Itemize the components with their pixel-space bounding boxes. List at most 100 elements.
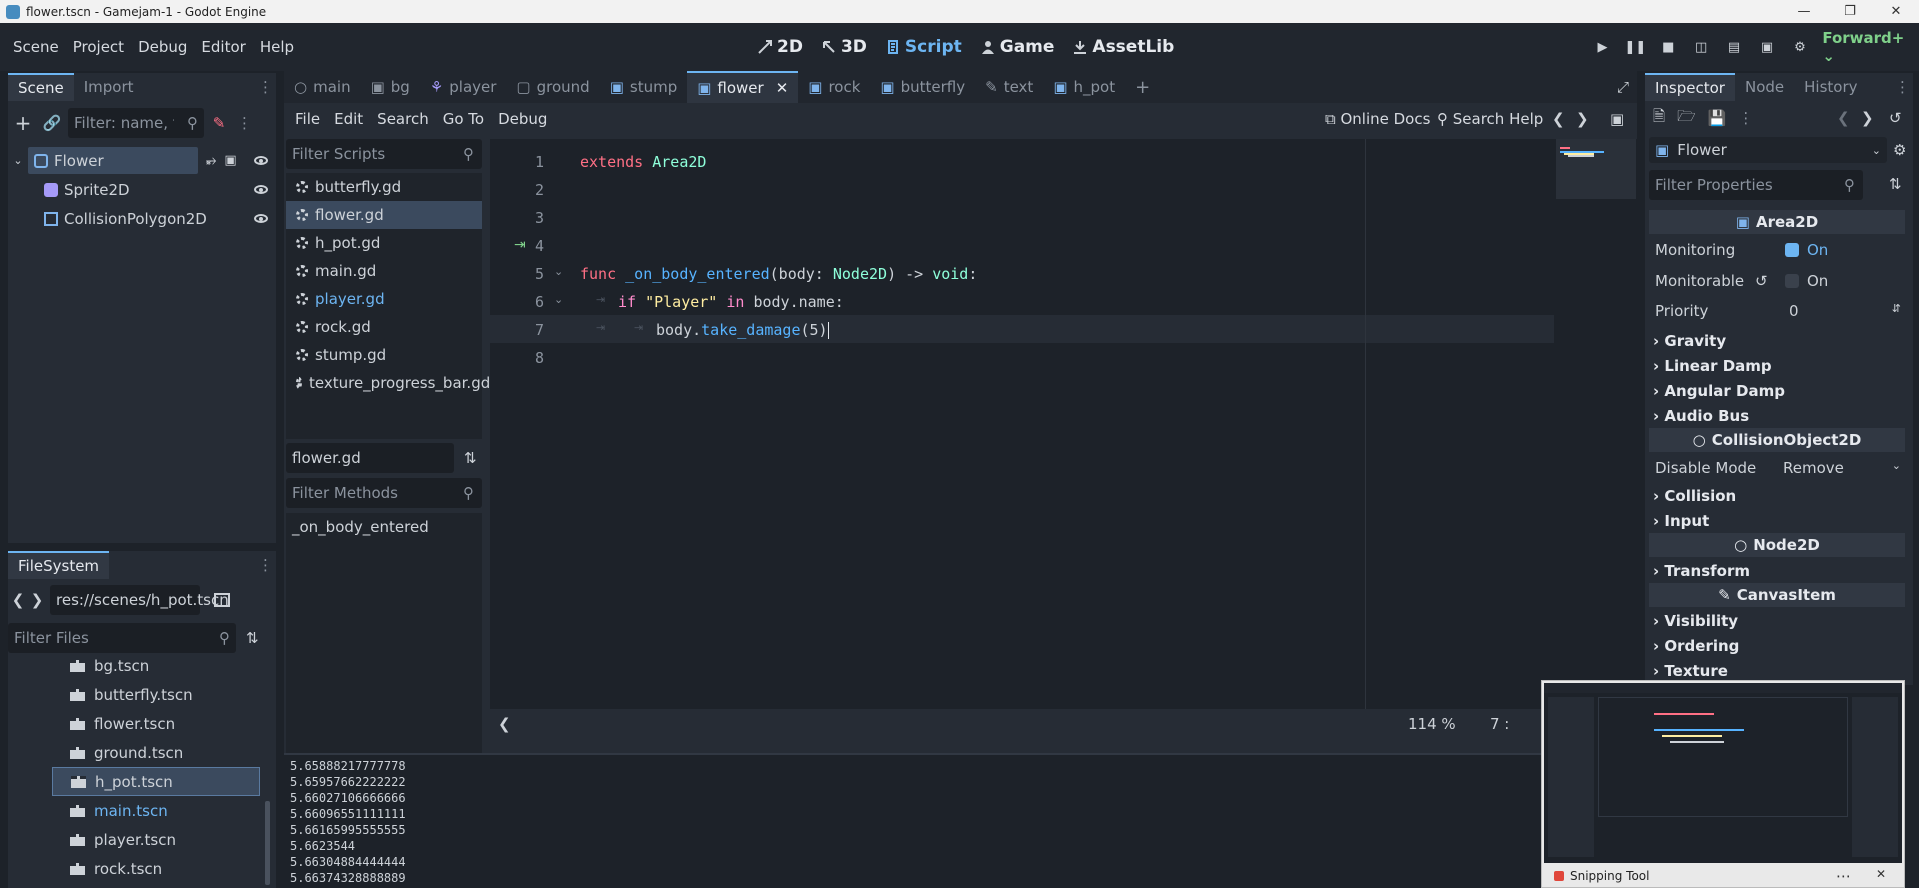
instance-icon[interactable]: ▣	[224, 153, 236, 168]
path-field[interactable]: res://scenes/h_pot.tscn	[50, 585, 229, 615]
search-help-button[interactable]: ⚲ Search Help	[1430, 110, 1550, 128]
dock-menu-icon[interactable]: ⋮	[1895, 78, 1910, 96]
play-scene-icon[interactable]: ▤	[1718, 30, 1751, 64]
script-attach-icon[interactable]: ✎	[204, 114, 234, 132]
node-options-icon[interactable]: ⚙	[1893, 141, 1906, 159]
tab-player[interactable]: ⚘ player	[420, 71, 507, 103]
online-docs-button[interactable]: ⧉ Online Docs	[1318, 110, 1437, 128]
section-audio-bus[interactable]: › Audio Bus	[1653, 407, 1749, 425]
script-item-selected[interactable]: flower.gd	[286, 201, 482, 229]
fold-arrow-icon[interactable]: ⌄	[554, 293, 563, 306]
float-window-icon[interactable]: ▣	[1610, 110, 1624, 128]
fold-arrow-icon[interactable]: ⌄	[554, 265, 563, 278]
filter-methods-input[interactable]: Filter Methods ⚲	[286, 478, 482, 508]
mode-script-button[interactable]: Script	[876, 37, 971, 57]
close-window-button[interactable]: ✕	[1873, 0, 1919, 23]
menu-project[interactable]: Project	[66, 38, 131, 56]
mode-assetlib-button[interactable]: AssetLib	[1063, 37, 1183, 57]
tab-main[interactable]: ○ main	[284, 71, 361, 103]
tab-history[interactable]: History	[1794, 73, 1867, 101]
back-icon[interactable]: ❮	[8, 591, 28, 609]
forward-icon[interactable]: ❯	[28, 591, 46, 609]
filter-scripts-input[interactable]: Filter Scripts ⚲	[286, 139, 482, 169]
script-item[interactable]: player.gd	[286, 285, 482, 313]
dock-menu-icon[interactable]: ⋮	[258, 78, 273, 96]
file-item-selected[interactable]: h_pot.tscn	[52, 767, 260, 796]
minimap[interactable]	[1556, 139, 1636, 199]
section-collision[interactable]: › Collision	[1653, 487, 1736, 505]
tab-node[interactable]: Node	[1735, 73, 1794, 101]
stop-icon[interactable]: ■	[1652, 30, 1685, 64]
distraction-free-icon[interactable]: ⤢	[1617, 78, 1629, 96]
scene-menu-icon[interactable]: ⋮	[234, 114, 254, 132]
new-resource-icon[interactable]: 🗎	[1653, 106, 1665, 131]
section-transform[interactable]: › Transform	[1653, 562, 1750, 580]
menu-help[interactable]: Help	[253, 38, 301, 56]
script-item[interactable]: rock.gd	[286, 313, 482, 341]
file-item[interactable]: bg.tscn	[70, 651, 149, 680]
tab-h-pot[interactable]: ▣ h_pot	[1043, 71, 1125, 103]
next-script-icon[interactable]: ❯	[1576, 110, 1589, 128]
open-folder-icon[interactable]: 🗁	[1677, 106, 1696, 131]
script-item[interactable]: butterfly.gd	[286, 173, 482, 201]
visibility-eye-icon[interactable]	[254, 156, 268, 165]
pause-icon[interactable]: ❚❚	[1619, 30, 1652, 64]
script-item[interactable]: main.gd	[286, 257, 482, 285]
split-view-icon[interactable]	[214, 593, 230, 607]
disable-mode-select[interactable]: Remove ⌄	[1783, 459, 1901, 477]
filter-properties-input[interactable]: Filter Properties ⚲	[1649, 170, 1863, 200]
tab-import[interactable]: Import	[74, 73, 144, 101]
property-settings-icon[interactable]: ⇅	[1889, 175, 1902, 193]
prev-script-icon[interactable]: ❮	[1552, 110, 1565, 128]
file-item[interactable]: ground.tscn	[70, 738, 183, 767]
history-back-icon[interactable]: ❮	[1837, 109, 1850, 127]
code-area[interactable]: 1 2 3 4 ⇥ 5 6 7 8 ⌄ ⌄ extends Area2D fun…	[490, 139, 1637, 709]
tab-filesystem[interactable]: FileSystem	[8, 551, 110, 579]
tab-inspector[interactable]: Inspector	[1645, 73, 1735, 101]
renderer-select[interactable]: Forward+ ⌄	[1822, 29, 1919, 65]
revert-icon[interactable]: ↺	[1755, 272, 1768, 290]
visibility-eye-icon[interactable]	[254, 185, 268, 194]
script-menu-debug[interactable]: Debug	[491, 110, 554, 128]
movie-maker-icon[interactable]: ⚙	[1783, 30, 1816, 64]
tree-node-flower[interactable]: ⌄ Flower ⥵ ▣	[8, 146, 276, 175]
section-gravity[interactable]: › Gravity	[1653, 332, 1726, 350]
tree-node-sprite2d[interactable]: Sprite2D	[8, 175, 276, 204]
tab-scene[interactable]: Scene	[8, 73, 74, 101]
node-selector[interactable]: ▣ Flower ⌄	[1649, 137, 1887, 163]
play-custom-icon[interactable]: ▣	[1751, 30, 1784, 64]
tab-flower[interactable]: ▣ flower ✕	[687, 71, 799, 103]
mode-game-button[interactable]: Game	[971, 37, 1064, 57]
tree-node-collisionpolygon2d[interactable]: CollisionPolygon2D	[8, 204, 276, 233]
monitoring-checkbox[interactable]: On	[1785, 241, 1828, 259]
file-item-main[interactable]: main.tscn	[70, 796, 168, 825]
priority-spinbox[interactable]: 0 ⇵	[1789, 302, 1901, 320]
section-visibility[interactable]: › Visibility	[1653, 612, 1738, 630]
section-ordering[interactable]: › Ordering	[1653, 637, 1739, 655]
save-icon[interactable]: 💾	[1708, 109, 1727, 127]
zoom-level[interactable]: 114 %	[1408, 715, 1456, 733]
tab-rock[interactable]: ▣ rock	[798, 71, 870, 103]
file-item[interactable]: rock.tscn	[70, 854, 162, 883]
minimize-button[interactable]: —	[1781, 0, 1827, 23]
menu-debug[interactable]: Debug	[131, 38, 194, 56]
script-menu-search[interactable]: Search	[370, 110, 436, 128]
method-item[interactable]: _on_body_entered	[286, 513, 482, 541]
tab-stump[interactable]: ▣ stump	[600, 71, 688, 103]
scene-filter-input[interactable]: Filter: name, t:t ⚲	[68, 108, 204, 138]
file-item[interactable]: player.tscn	[70, 825, 176, 854]
tab-bg[interactable]: ▣ bg	[361, 71, 420, 103]
script-menu-goto[interactable]: Go To	[436, 110, 491, 128]
menu-editor[interactable]: Editor	[194, 38, 252, 56]
sort-methods-icon[interactable]: ⇅	[464, 449, 477, 467]
filter-files-input[interactable]: Filter Files ⚲	[8, 623, 236, 653]
remote-debug-icon[interactable]: ◫	[1685, 30, 1718, 64]
maximize-button[interactable]: ❐	[1827, 0, 1873, 23]
dock-menu-icon[interactable]: ⋮	[258, 556, 273, 574]
section-input[interactable]: › Input	[1653, 512, 1709, 530]
menu-scene[interactable]: Scene	[6, 38, 66, 56]
mode-2d-button[interactable]: 2D	[748, 37, 812, 57]
add-node-icon[interactable]: +	[8, 111, 38, 135]
snipping-close-icon[interactable]: ✕	[1876, 867, 1886, 881]
history-forward-icon[interactable]: ❯	[1861, 109, 1874, 127]
